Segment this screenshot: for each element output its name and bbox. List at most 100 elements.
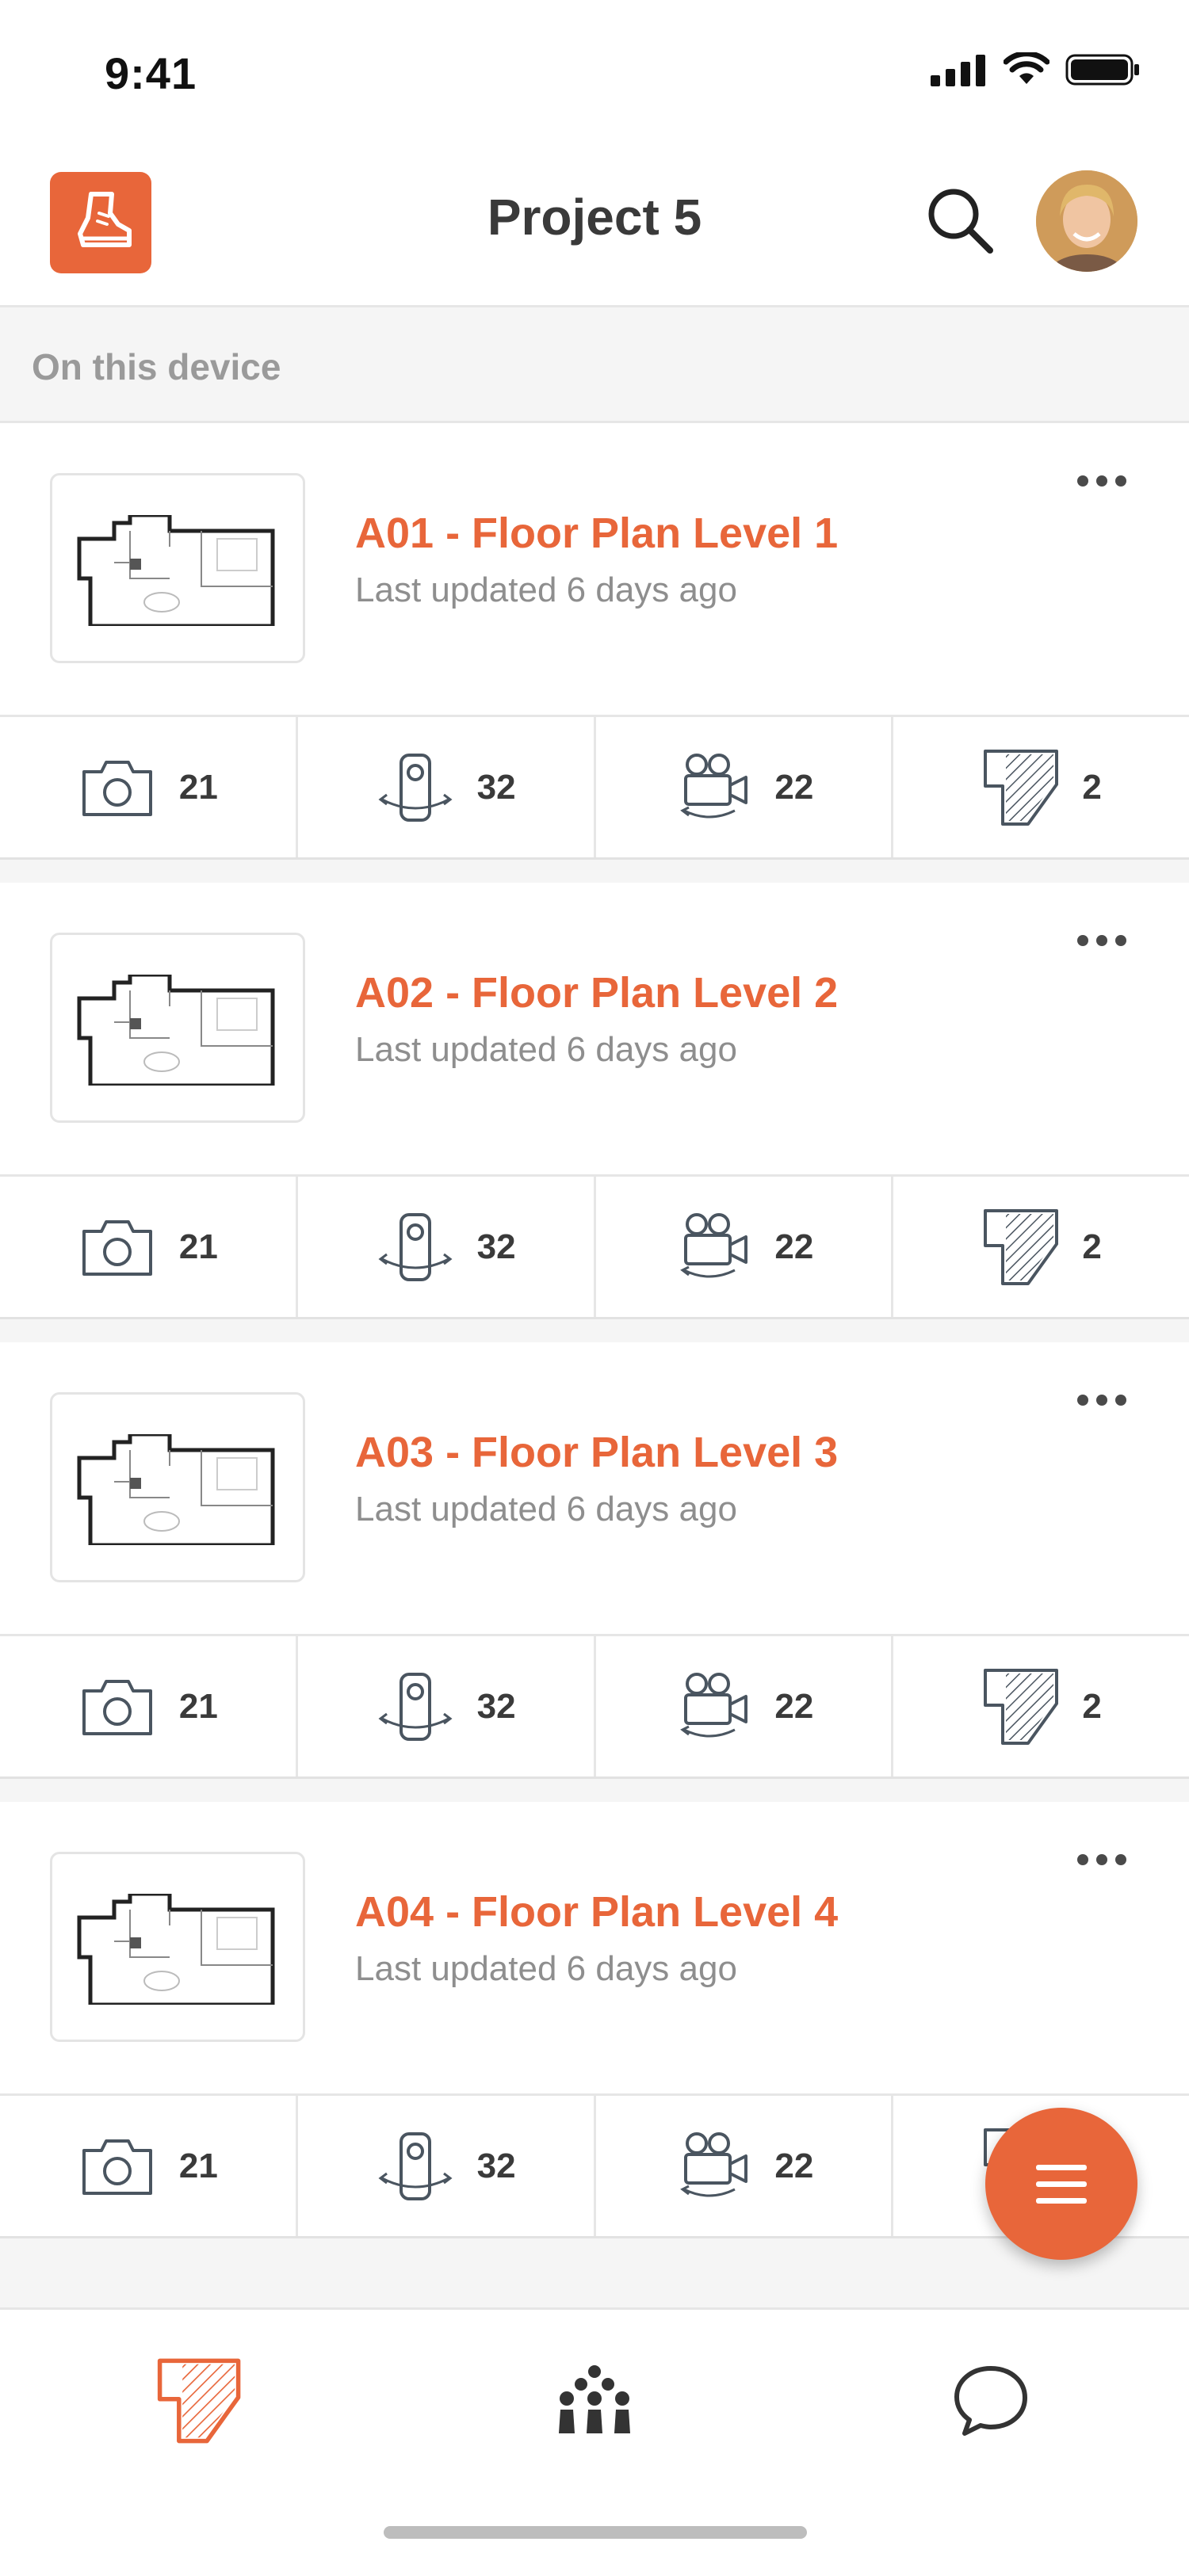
section-header: On this device (0, 307, 1189, 423)
stat-photos[interactable]: 21 (0, 717, 298, 857)
plan-stats: 21 32 (0, 1636, 1189, 1776)
plan-card[interactable]: A01 - Floor Plan Level 1 Last updated 6 … (0, 423, 1189, 860)
home-indicator (384, 2526, 807, 2539)
plan-thumbnail[interactable] (50, 933, 305, 1123)
plan-updated: Last updated 6 days ago (355, 1030, 737, 1069)
menu-fab[interactable] (985, 2108, 1137, 2260)
stat-videos-count: 22 (774, 767, 814, 807)
stat-panoramas-count: 32 (476, 1686, 516, 1726)
plan-thumbnail[interactable] (50, 473, 305, 663)
more-icon (1077, 1854, 1088, 1865)
video-camera-icon (680, 753, 748, 818)
plan-card-header[interactable]: A03 - Floor Plan Level 3 Last updated 6 … (0, 1342, 1189, 1636)
status-icons (931, 52, 1141, 87)
team-icon (559, 2365, 630, 2433)
nav-chat[interactable] (939, 2349, 1042, 2452)
nav-plans[interactable] (147, 2349, 250, 2452)
stat-sheets-count: 2 (1082, 1227, 1102, 1266)
stat-sheets[interactable]: 2 (893, 1636, 1189, 1776)
battery-icon (1065, 54, 1139, 86)
stat-videos[interactable]: 22 (596, 1177, 894, 1317)
status-bar: 9:41 (0, 0, 1189, 147)
camera-icon (82, 760, 152, 816)
top-app-bar: Project 5 (0, 147, 1189, 307)
stat-videos[interactable]: 22 (596, 1636, 894, 1776)
search-button[interactable] (923, 184, 999, 259)
sheet-icon (984, 1208, 1059, 1285)
stat-panoramas-count: 32 (476, 2146, 516, 2185)
plan-card-header[interactable]: A01 - Floor Plan Level 1 Last updated 6 … (0, 423, 1189, 717)
plan-card-header[interactable]: A02 - Floor Plan Level 2 Last updated 6 … (0, 883, 1189, 1177)
stat-photos[interactable]: 21 (0, 1177, 298, 1317)
signal-icon (931, 55, 985, 86)
video-camera-icon (680, 2131, 748, 2196)
more-button[interactable] (1058, 1832, 1145, 1887)
floor-plan-thumbnail (77, 515, 275, 626)
stat-sheets-count: 2 (1082, 1686, 1102, 1726)
floor-plan-thumbnail (77, 975, 275, 1086)
sheet-icon (984, 749, 1059, 826)
stat-videos[interactable]: 22 (596, 2096, 894, 2236)
more-button[interactable] (1058, 453, 1145, 509)
sheet-icon (984, 1668, 1059, 1745)
stat-photos[interactable]: 21 (0, 2096, 298, 2236)
status-time: 9:41 (105, 48, 197, 98)
nav-team[interactable] (543, 2349, 646, 2452)
stat-photos-count: 21 (178, 1686, 218, 1726)
search-icon (928, 189, 993, 254)
panorama-icon (378, 2131, 453, 2200)
plan-card[interactable]: A02 - Floor Plan Level 2 Last updated 6 … (0, 883, 1189, 1319)
more-icon (1077, 475, 1088, 487)
panorama-icon (378, 1672, 453, 1741)
stat-panoramas[interactable]: 32 (298, 717, 596, 857)
avatar-image (1036, 170, 1137, 272)
floor-plan-thumbnail (77, 1434, 275, 1545)
panorama-icon (378, 753, 453, 822)
menu-icon (1036, 2165, 1087, 2204)
plan-stats: 21 32 (0, 717, 1189, 857)
camera-icon (82, 1679, 152, 1735)
plan-card-header[interactable]: A04 - Floor Plan Level 4 Last updated 6 … (0, 1802, 1189, 2096)
page-title: Project 5 (487, 189, 702, 246)
panorama-icon (378, 1212, 453, 1281)
stat-panoramas[interactable]: 32 (298, 1636, 596, 1776)
wifi-icon (1004, 52, 1049, 84)
more-button[interactable] (1058, 1372, 1145, 1428)
stat-sheets[interactable]: 2 (893, 717, 1189, 857)
plan-thumbnail[interactable] (50, 1852, 305, 2042)
stat-panoramas[interactable]: 32 (298, 1177, 596, 1317)
stat-panoramas-count: 32 (476, 1227, 516, 1266)
plan-stats: 21 32 (0, 1177, 1189, 1317)
more-button[interactable] (1058, 913, 1145, 968)
camera-icon (82, 1219, 152, 1276)
stat-videos-count: 22 (774, 2146, 814, 2185)
stat-sheets-count: 2 (1082, 767, 1102, 807)
plan-title[interactable]: A03 - Floor Plan Level 3 (355, 1428, 838, 1477)
section-label: On this device (32, 346, 281, 387)
plan-title[interactable]: A01 - Floor Plan Level 1 (355, 509, 838, 558)
plan-title[interactable]: A02 - Floor Plan Level 2 (355, 968, 838, 1017)
stat-videos-count: 22 (774, 1227, 814, 1266)
stat-panoramas[interactable]: 32 (298, 2096, 596, 2236)
stat-videos[interactable]: 22 (596, 717, 894, 857)
chat-icon (954, 2366, 1027, 2436)
stat-panoramas-count: 32 (476, 767, 516, 807)
plan-updated: Last updated 6 days ago (355, 1490, 737, 1528)
more-icon (1077, 935, 1088, 946)
plan-card[interactable]: A03 - Floor Plan Level 3 Last updated 6 … (0, 1342, 1189, 1779)
stat-photos-count: 21 (178, 767, 218, 807)
stat-photos[interactable]: 21 (0, 1636, 298, 1776)
plans-icon (157, 2358, 241, 2444)
video-camera-icon (680, 1212, 748, 1277)
video-camera-icon (680, 1672, 748, 1737)
plan-updated: Last updated 6 days ago (355, 571, 737, 609)
stat-photos-count: 21 (178, 1227, 218, 1266)
plan-thumbnail[interactable] (50, 1392, 305, 1582)
stat-sheets[interactable]: 2 (893, 1177, 1189, 1317)
camera-icon (82, 2139, 152, 2195)
floor-plan-thumbnail (77, 1894, 275, 2005)
plan-updated: Last updated 6 days ago (355, 1949, 737, 1988)
stat-videos-count: 22 (774, 1686, 814, 1726)
avatar[interactable] (1036, 170, 1137, 272)
plan-title[interactable]: A04 - Floor Plan Level 4 (355, 1887, 838, 1937)
